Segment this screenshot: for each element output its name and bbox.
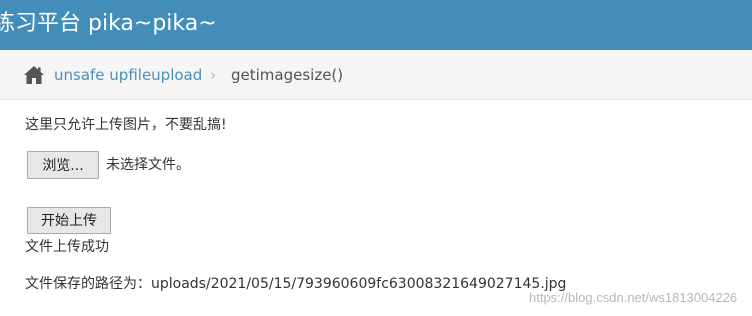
upload-success-message: 文件上传成功: [25, 239, 109, 255]
breadcrumb-current: getimagesize(): [231, 66, 344, 84]
upload-button[interactable]: 开始上传: [27, 207, 111, 234]
watermark-text: https://blog.csdn.net/ws1813004226: [529, 290, 738, 305]
breadcrumb: unsafe upfileupload › getimagesize(): [0, 50, 752, 100]
browse-button[interactable]: 浏览...: [27, 151, 99, 179]
saved-path-value: uploads/2021/05/15/793960609fc6300832164…: [151, 276, 567, 292]
breadcrumb-separator: ›: [210, 66, 216, 84]
app-title: 练习平台 pika~pika~: [0, 11, 217, 36]
saved-path-label: 文件保存的路径为：: [25, 276, 151, 292]
saved-path-row: 文件保存的路径为：uploads/2021/05/15/793960609fc6…: [25, 274, 566, 294]
home-icon[interactable]: [23, 65, 45, 85]
breadcrumb-link-upfileupload[interactable]: unsafe upfileupload: [54, 50, 202, 101]
header-bar: 练习平台 pika~pika~: [0, 0, 752, 50]
file-status-text: 未选择文件。: [106, 157, 190, 173]
upload-hint: 这里只允许上传图片，不要乱搞!: [25, 117, 227, 133]
